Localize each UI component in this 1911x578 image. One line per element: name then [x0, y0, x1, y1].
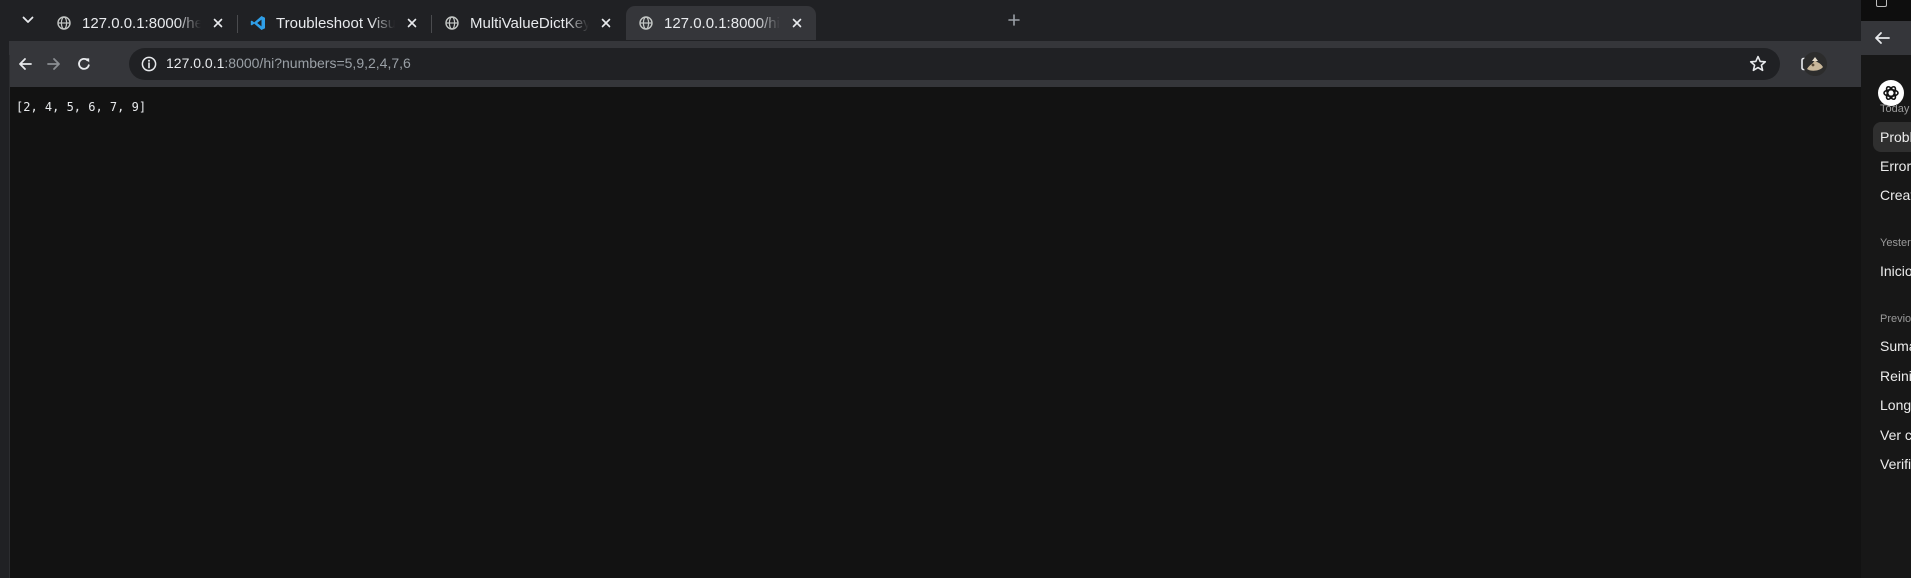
side-panel-titlebar: [1861, 0, 1911, 21]
url-text[interactable]: 127.0.0.1:8000/hi?numbers=5,9,2,4,7,6: [166, 55, 411, 71]
chat-item-create[interactable]: Create: [1873, 180, 1911, 210]
page-viewport: [2, 4, 5, 6, 7, 9]: [9, 87, 1861, 578]
plus-icon: [1008, 14, 1020, 26]
tab-title: 127.0.0.1:8000/hello-world: [82, 14, 201, 32]
tab-title: 127.0.0.1:8000/hi?numbers=5,9,2,4,7,6: [664, 14, 780, 32]
tab-title: MultiValueDictKeyError at /hi: [470, 14, 589, 32]
chat-item-inicio[interactable]: Inicio: [1873, 256, 1911, 286]
chat-item-reinicio[interactable]: Reinicio: [1873, 361, 1911, 391]
profile-avatar[interactable]: [1803, 52, 1827, 76]
avatar-image: [1803, 52, 1827, 76]
chat-side-panel: Today Problem Error Create Yesterday Ini…: [1861, 21, 1911, 578]
chat-item-ver[interactable]: Ver c: [1873, 420, 1911, 450]
chat-item-error[interactable]: Error: [1873, 151, 1911, 181]
arrow-left-icon[interactable]: [1873, 29, 1891, 47]
vscode-icon: [250, 15, 266, 31]
chevron-down-icon: [22, 16, 34, 23]
chat-item-verificar[interactable]: Verificar: [1873, 449, 1911, 479]
sorted-numbers-output: [2, 4, 5, 6, 7, 9]: [16, 100, 147, 114]
window-left-edge: [0, 55, 10, 578]
tab-title: Troubleshoot Visual Studio Code: [276, 14, 395, 32]
browser-window: 127.0.0.1:8000/hello-world Troubleshoot …: [0, 0, 1882, 578]
tab-hi-numbers[interactable]: 127.0.0.1:8000/hi?numbers=5,9,2,4,7,6: [626, 6, 816, 40]
globe-icon: [638, 15, 654, 31]
tab-search-button[interactable]: [14, 7, 42, 33]
close-icon[interactable]: [403, 14, 421, 32]
screen: 127.0.0.1:8000/hello-world Troubleshoot …: [0, 0, 1911, 578]
close-icon[interactable]: [209, 14, 227, 32]
reload-button[interactable]: [71, 51, 97, 77]
forward-button[interactable]: [41, 51, 67, 77]
globe-icon: [444, 15, 460, 31]
group-yesterday-label: Yesterday: [1880, 237, 1911, 249]
side-panel-header: [1861, 21, 1911, 55]
url-host: 127.0.0.1: [166, 55, 225, 71]
tab-strip: 127.0.0.1:8000/hello-world Troubleshoot …: [0, 0, 1861, 41]
new-tab-button[interactable]: [1003, 9, 1025, 31]
tab-troubleshoot-vscode[interactable]: Troubleshoot Visual Studio Code: [238, 6, 432, 40]
chat-item-problem[interactable]: Problem: [1873, 122, 1911, 152]
address-bar[interactable]: 127.0.0.1:8000/hi?numbers=5,9,2,4,7,6: [129, 48, 1780, 80]
info-icon[interactable]: [141, 56, 157, 72]
bookmark-star-icon[interactable]: [1748, 54, 1768, 74]
window-button-icon[interactable]: [1876, 0, 1887, 7]
chat-item-longitud[interactable]: Longitud: [1873, 390, 1911, 420]
tab-multivaluedictkeyerror[interactable]: MultiValueDictKeyError at /hi: [432, 6, 625, 40]
chat-item-suma[interactable]: Suma: [1873, 331, 1911, 361]
back-button[interactable]: [12, 51, 38, 77]
group-previous-label: Previous 7 Days: [1880, 313, 1911, 325]
group-today-label: Today: [1880, 103, 1910, 115]
close-icon[interactable]: [788, 14, 806, 32]
url-path: :8000/hi?numbers=5,9,2,4,7,6: [224, 55, 411, 71]
browser-toolbar: 127.0.0.1:8000/hi?numbers=5,9,2,4,7,6: [9, 41, 1882, 87]
tab-hello-world[interactable]: 127.0.0.1:8000/hello-world: [44, 6, 238, 40]
close-icon[interactable]: [597, 14, 615, 32]
globe-icon: [56, 15, 72, 31]
arrow-right-icon: [47, 58, 60, 70]
reload-icon: [78, 57, 90, 70]
arrow-left-icon: [19, 58, 32, 70]
